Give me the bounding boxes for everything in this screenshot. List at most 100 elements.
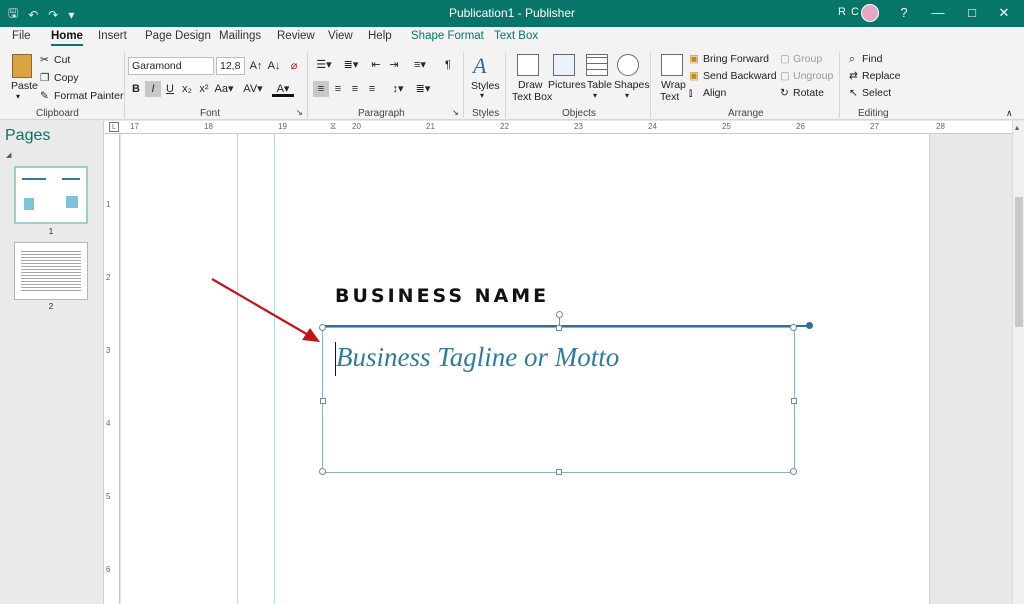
superscript-icon[interactable]: x² [196, 81, 212, 97]
tab-view[interactable]: View [328, 30, 353, 42]
tab-page-design[interactable]: Page Design [145, 30, 211, 42]
wrap-text-icon[interactable] [661, 54, 683, 76]
decrease-indent-icon[interactable]: ⇤ [368, 57, 384, 73]
pictures-icon[interactable] [553, 54, 575, 76]
pictures-button[interactable]: Pictures [548, 79, 586, 91]
group-icon[interactable]: ▢ [780, 53, 790, 65]
shapes-button[interactable]: Shapes [614, 79, 650, 91]
help-button[interactable]: ? [890, 3, 918, 23]
tab-file[interactable]: File [12, 30, 31, 42]
shapes-dropdown-icon[interactable]: ▾ [625, 91, 629, 100]
resize-handle-r[interactable] [791, 398, 797, 404]
clear-formatting-icon[interactable]: ⌀ [286, 58, 302, 74]
tab-selector-icon[interactable]: L [109, 122, 119, 132]
table-dropdown-icon[interactable]: ▾ [593, 91, 597, 100]
ungroup-button[interactable]: Ungroup [793, 70, 833, 82]
find-button[interactable]: Find [862, 53, 882, 65]
business-name-text[interactable]: BUSINESS NAME [335, 285, 549, 307]
send-backward-button[interactable]: Send Backward [703, 70, 777, 82]
resize-handle-bl[interactable] [319, 468, 326, 475]
columns-icon[interactable]: ≡▾ [409, 57, 431, 73]
wrap-text-label[interactable]: Wrap [661, 79, 686, 91]
shapes-icon[interactable] [617, 54, 639, 76]
italic-icon[interactable]: I [145, 81, 161, 97]
format-painter-icon[interactable]: ✎ [40, 90, 49, 102]
rotate-button[interactable]: Rotate [793, 87, 824, 99]
draw-text-box-label[interactable]: Draw [518, 79, 543, 91]
document-canvas[interactable]: BUSINESS NAME Business Tagline or Motto [121, 134, 1012, 604]
tab-help[interactable]: Help [368, 30, 392, 42]
line-endpoint-handle[interactable] [806, 322, 813, 329]
increase-indent-icon[interactable]: ⇥ [386, 57, 402, 73]
line-spacing-icon[interactable]: ↕▾ [387, 81, 409, 97]
cut-button[interactable]: Cut [54, 54, 70, 66]
shrink-font-icon[interactable]: A↓ [266, 58, 282, 74]
maximize-icon[interactable]: □ [958, 3, 986, 23]
resize-handle-tr[interactable] [790, 324, 797, 331]
scrollbar-thumb[interactable] [1015, 197, 1023, 327]
select-button[interactable]: Select [862, 87, 891, 99]
align-right-icon[interactable]: ≡ [347, 81, 363, 97]
indent-marker-icon[interactable]: ⧖ [330, 121, 336, 132]
styles-dropdown-icon[interactable]: ▾ [480, 91, 484, 100]
bullets-icon[interactable]: ☰▾ [313, 57, 335, 73]
rotation-handle[interactable] [556, 311, 563, 318]
resize-handle-b[interactable] [556, 469, 562, 475]
tab-home[interactable]: Home [51, 30, 83, 46]
tab-insert[interactable]: Insert [98, 30, 127, 42]
subscript-icon[interactable]: x₂ [179, 81, 195, 97]
align-left-icon[interactable]: ≡ [313, 81, 329, 97]
collapse-ribbon-icon[interactable]: ∧ [1006, 108, 1013, 119]
tab-shape-format[interactable]: Shape Format [411, 30, 484, 42]
replace-icon[interactable]: ⇄ [849, 70, 858, 82]
character-spacing-icon[interactable]: AV▾ [242, 81, 264, 97]
styles-button[interactable]: Styles [471, 80, 500, 92]
show-paragraph-marks-icon[interactable]: ¶ [440, 57, 456, 73]
table-button[interactable]: Table [587, 79, 612, 91]
send-backward-icon[interactable]: ▣ [689, 70, 699, 82]
bring-forward-icon[interactable]: ▣ [689, 53, 699, 65]
replace-button[interactable]: Replace [862, 70, 901, 82]
tagline-text-box[interactable]: Business Tagline or Motto [319, 311, 813, 475]
font-color-icon[interactable]: A▾ [272, 81, 294, 97]
draw-text-box-icon[interactable] [517, 54, 539, 76]
resize-handle-l[interactable] [320, 398, 326, 404]
bring-forward-button[interactable]: Bring Forward [703, 53, 769, 65]
page-thumbnail-2[interactable] [14, 242, 88, 300]
align-button[interactable]: Align [703, 87, 726, 99]
change-case-icon[interactable]: Aa▾ [213, 81, 235, 97]
draw-text-box-button[interactable]: Text Box [512, 91, 552, 103]
table-icon[interactable] [586, 54, 608, 76]
avatar[interactable] [861, 4, 879, 22]
tab-mailings[interactable]: Mailings [219, 30, 261, 42]
vertical-scrollbar[interactable]: ▴ [1012, 121, 1024, 604]
rotate-icon[interactable]: ↻ [780, 87, 789, 99]
horizontal-ruler[interactable]: L 17 18 19 20 21 22 23 24 25 26 27 28 ⧖ [104, 121, 1012, 134]
copy-button[interactable]: Copy [54, 72, 79, 84]
group-button[interactable]: Group [793, 53, 822, 65]
copy-icon[interactable]: ❐ [40, 72, 49, 84]
paste-icon[interactable] [12, 54, 32, 78]
grow-font-icon[interactable]: A↑ [248, 58, 264, 74]
cut-icon[interactable]: ✂ [40, 54, 49, 66]
vertical-ruler[interactable]: 1 2 3 4 5 6 [104, 134, 120, 604]
underline-icon[interactable]: U [162, 81, 178, 97]
styles-icon[interactable]: A [473, 53, 486, 79]
numbering-icon[interactable]: ≣▾ [340, 57, 362, 73]
tagline-text[interactable]: Business Tagline or Motto [336, 342, 619, 373]
font-name-box[interactable]: Garamond [128, 57, 214, 75]
bold-icon[interactable]: B [128, 81, 144, 97]
paragraph-dialog-launcher-icon[interactable]: ↘ [452, 108, 459, 117]
justify-icon[interactable]: ≡ [364, 81, 380, 97]
resize-handle-br[interactable] [790, 468, 797, 475]
close-icon[interactable]: ✕ [990, 3, 1018, 23]
publication-page[interactable]: BUSINESS NAME Business Tagline or Motto [121, 134, 930, 604]
paste-dropdown-icon[interactable]: ▾ [16, 92, 20, 101]
find-icon[interactable]: ⌕ [849, 53, 855, 66]
font-size-box[interactable]: 12,8 [216, 57, 245, 75]
select-icon[interactable]: ↖ [849, 87, 858, 99]
align-icon[interactable]: ⫾ [689, 87, 692, 100]
wrap-text-button[interactable]: Text [660, 91, 679, 103]
scroll-up-icon[interactable]: ▴ [1015, 123, 1019, 132]
collapse-pages-icon[interactable]: ◢ [6, 151, 11, 159]
